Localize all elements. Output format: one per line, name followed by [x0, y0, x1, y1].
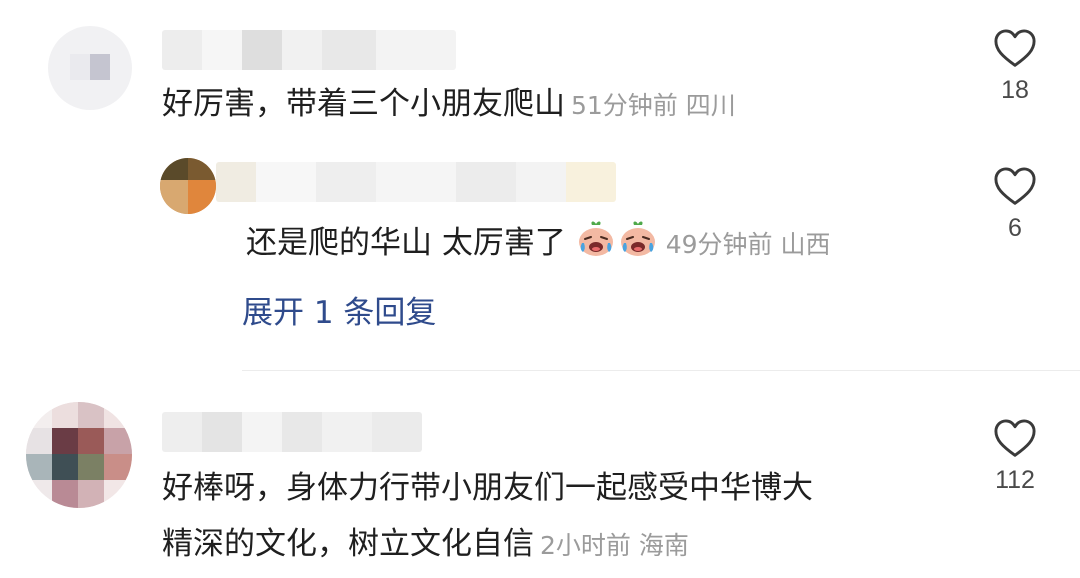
heart-outline-icon [994, 29, 1036, 67]
expand-replies-link[interactable]: 展开 1 条回复 [242, 287, 436, 332]
avatar[interactable] [160, 158, 216, 214]
comment-body: 好厉害，带着三个小朋友爬山 [162, 86, 565, 122]
comment-body: 还是爬的华山 太厉害了 [246, 225, 566, 261]
username-blurred[interactable] [162, 30, 456, 70]
crying-laughing-emoji [620, 221, 655, 256]
like-button[interactable]: 112 [975, 418, 1055, 495]
comment-text[interactable]: 好棒呀，身体力行带小朋友们一起感受中华博大 [162, 466, 813, 510]
like-count: 112 [995, 466, 1035, 494]
comment-text[interactable]: 还是爬的华山 太厉害了 49分钟前 山西 [246, 219, 830, 267]
username-blurred[interactable] [162, 412, 422, 452]
heart-outline-icon [994, 419, 1036, 457]
comment-text[interactable]: 好厉害，带着三个小朋友爬山 51分钟前 四川 [162, 82, 736, 128]
like-button[interactable]: 6 [975, 166, 1055, 243]
avatar[interactable] [48, 26, 132, 110]
comment-text[interactable]: 精深的文化，树立文化自信 2小时前 海南 [162, 522, 689, 568]
comment-body-line2: 精深的文化，树立文化自信 [162, 526, 534, 562]
username-blurred[interactable] [216, 162, 616, 202]
comment-meta: 49分钟前 山西 [665, 230, 831, 259]
heart-outline-icon [994, 167, 1036, 205]
comment-meta: 51分钟前 四川 [571, 91, 736, 120]
crying-laughing-emoji [578, 221, 613, 256]
comment-meta: 2小时前 海南 [540, 531, 689, 560]
like-count: 18 [1001, 76, 1029, 104]
comment-body-line1: 好棒呀，身体力行带小朋友们一起感受中华博大 [162, 470, 813, 506]
like-count: 6 [1008, 214, 1022, 242]
divider [242, 370, 1080, 371]
avatar[interactable] [26, 402, 132, 508]
like-button[interactable]: 18 [975, 28, 1055, 105]
